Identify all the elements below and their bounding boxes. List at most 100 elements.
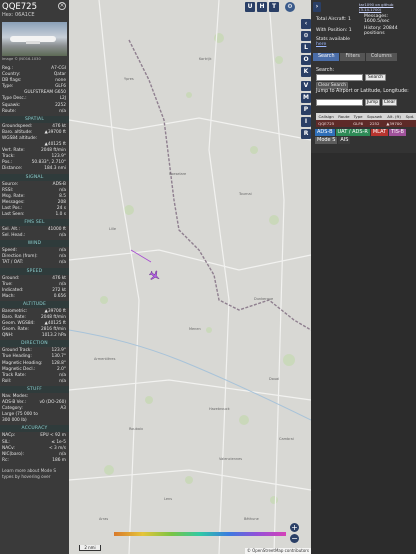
messages-value: 1600.5/sec	[364, 19, 390, 24]
expand-arrow-icon[interactable]: ›	[313, 2, 321, 12]
table-cell: 2252	[364, 120, 385, 127]
close-icon[interactable]: ×	[58, 2, 66, 10]
section-header-spatial: SPATIAL	[0, 115, 69, 123]
plane-wing	[26, 41, 40, 44]
table-cell: ▲39700	[384, 120, 404, 127]
search-button[interactable]: Search	[365, 74, 386, 81]
info-row: Last Seen: 1.0 s	[0, 212, 69, 218]
town-label: Dunkerque	[254, 297, 273, 301]
town-label: Lens	[164, 497, 172, 501]
section-header-altitude: ALTITUDE	[0, 300, 69, 308]
source-tag: AIS	[338, 137, 351, 144]
info-row: 300 000 lb)	[0, 418, 69, 424]
info-row-label: Last Seen:	[2, 211, 25, 217]
column-header[interactable]: Squawk	[364, 113, 385, 120]
column-header[interactable]: Route	[336, 113, 352, 120]
toolbar-button-9[interactable]: R	[301, 129, 311, 139]
source-legend: ADS-B UAT / ADS-R MLAT TIS-B Mode S AIS	[315, 129, 415, 144]
info-row-label: Roll:	[2, 378, 12, 384]
github-link[interactable]: tar1090 on github (3.14.1700)	[359, 2, 416, 12]
info-row-label: 300 000 lb)	[2, 418, 27, 424]
town-label: Kortrijk	[199, 57, 212, 61]
hex-code: Hex: 06A1CE	[2, 12, 35, 18]
settings-gear-icon[interactable]: ⚙	[285, 2, 295, 12]
stats-link[interactable]: here	[316, 42, 326, 48]
map-canvas[interactable]: Ypres Kortrijk Roeselare Lille Tournai Arment…	[69, 0, 311, 554]
history-value: positions	[364, 31, 385, 36]
info-row: Sel. Head.: n/a	[0, 233, 69, 239]
aircraft-info-panel: QQE725 Hex: 06A1CE × Image © JNO16-1030 …	[0, 0, 69, 554]
tab-search[interactable]: Search	[313, 53, 340, 61]
source-tag: TIS-B	[389, 129, 406, 136]
toolbar-button-2[interactable]: L	[301, 43, 311, 53]
info-row: Mach: 0.656	[0, 294, 69, 300]
section-header-speed: SPEED	[0, 267, 69, 275]
zoom-in-button[interactable]: +	[290, 523, 299, 532]
town-label: Menen	[189, 327, 201, 331]
town-label: Ypres	[124, 77, 134, 81]
tab-columns[interactable]: Columns	[365, 53, 397, 61]
town-label: Douai	[269, 377, 279, 381]
aircraft-marker[interactable]	[148, 269, 162, 283]
map-button-h[interactable]: H	[257, 2, 267, 12]
town-label: Hazebrouck	[209, 407, 231, 411]
info-row-label: Rc:	[2, 457, 9, 463]
source-tag: MLAT	[370, 129, 389, 136]
info-row: Roll: n/a	[0, 379, 69, 385]
info-row-label: Mach:	[2, 293, 15, 299]
toolbar-button-8[interactable]: I	[301, 117, 311, 127]
map-button-u[interactable]: U	[245, 2, 255, 12]
info-row-value: 1013.2 hPa	[41, 333, 66, 339]
town-label: Roubaix	[129, 427, 143, 431]
town-label: Valenciennes	[219, 457, 242, 461]
info-row: Route: n/a	[0, 109, 69, 115]
source-tag: UAT / ADS-R	[335, 129, 370, 136]
map-view[interactable]: Ypres Kortrijk Roeselare Lille Tournai Arment…	[69, 0, 311, 554]
info-row-value: 186 m	[52, 457, 66, 463]
column-header[interactable]: Callsign	[316, 113, 337, 120]
town-label: Armentières	[94, 357, 116, 361]
town-label: Roeselare	[169, 172, 186, 176]
zoom-out-button[interactable]: −	[290, 534, 299, 543]
column-header[interactable]: Spd.	[403, 113, 416, 120]
info-row-label: WGS84 altitude:	[2, 135, 38, 141]
section-header-accuracy: ACCURACY	[0, 425, 69, 433]
jump-label: Jump to Airport or Latitude, Longitude:	[316, 89, 409, 94]
info-row-label: QNH:	[2, 333, 14, 339]
toolbar-button-4[interactable]: K	[301, 67, 311, 77]
jump-button[interactable]: Jump	[365, 99, 380, 106]
search-input[interactable]	[316, 74, 363, 81]
table-cell: QQE725	[316, 120, 337, 127]
toolbar-button-3[interactable]: O	[301, 55, 311, 65]
info-row-label: Sel. Head.:	[2, 233, 26, 239]
toolbar-button-7[interactable]: P	[301, 105, 311, 115]
town-label: Arras	[99, 517, 108, 521]
town-label: Béthune	[244, 517, 259, 521]
altitude-color-bar	[114, 532, 286, 536]
search-label: Search:	[316, 68, 335, 73]
info-row-value: n/a	[59, 260, 66, 266]
section-header-signal: SIGNAL	[0, 173, 69, 181]
toolbar-button-0[interactable]: ‹	[301, 19, 311, 29]
toolbar-button-5[interactable]: V	[301, 81, 311, 91]
clear-search-button[interactable]: Clear Search	[316, 82, 348, 89]
table-header-row: Callsign Route Type Squawk Alt. (ft) Spd.	[316, 113, 416, 120]
with-position: With Position: 1	[316, 28, 352, 33]
info-row-value: ▲39700 ft	[44, 129, 66, 135]
scale-bar: 2 nmi	[79, 545, 101, 551]
aircraft-sections: SPATIAL Groundspeed: 476 kt Baro. altitude:…	[0, 115, 69, 464]
table-row[interactable]: QQE725 GLF6 2252 ▲39700	[316, 120, 416, 127]
info-row-value: 0.656	[53, 293, 66, 299]
column-header[interactable]: Alt. (ft)	[384, 113, 404, 120]
column-header[interactable]: Type	[351, 113, 365, 120]
tab-filters[interactable]: Filters	[340, 53, 365, 61]
toolbar-button-6[interactable]: M	[301, 93, 311, 103]
town-label: Tournai	[238, 192, 252, 196]
aircraft-list-panel: › tar1090 on github (3.14.1700) Total Ai…	[311, 0, 416, 554]
map-button-t[interactable]: T	[269, 2, 279, 12]
aircraft-photo[interactable]	[2, 22, 67, 56]
clear-button[interactable]: Clear	[382, 99, 397, 106]
section-header-stuff: STUFF	[0, 385, 69, 393]
jump-input[interactable]	[316, 99, 363, 106]
toolbar-button-1[interactable]: ⊙	[301, 31, 311, 41]
